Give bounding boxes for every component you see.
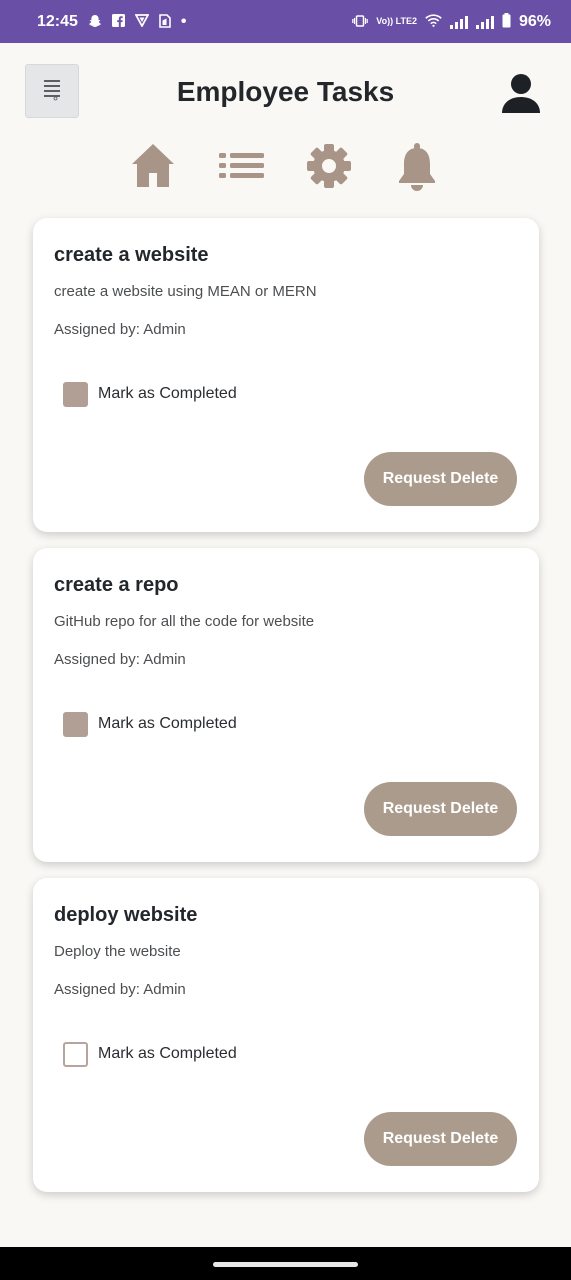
battery-level: 96% — [518, 12, 551, 30]
profile-icon[interactable] — [499, 71, 543, 115]
sim-card-icon — [159, 13, 171, 30]
task-assigned-by: Assigned by: Admin — [54, 321, 186, 338]
wifi-icon — [425, 14, 442, 29]
task-description: create a website using MEAN or MERN — [54, 283, 317, 300]
battery-icon — [502, 13, 511, 30]
request-delete-button[interactable]: Request Delete — [364, 1112, 517, 1166]
task-card: deploy website Deploy the website Assign… — [33, 878, 539, 1192]
signal-strength-icon — [449, 15, 468, 29]
task-description: Deploy the website — [54, 943, 181, 960]
mark-completed-row[interactable]: Mark as Completed — [63, 711, 237, 737]
task-assigned-by: Assigned by: Admin — [54, 651, 186, 668]
task-card: create a website create a website using … — [33, 218, 539, 532]
task-title: deploy website — [54, 904, 198, 926]
completed-checkbox[interactable] — [63, 711, 88, 737]
checkbox-label: Mark as Completed — [98, 715, 237, 732]
volte-indicator: Vo)) LTE2 — [376, 16, 417, 26]
status-bar: 12:45 • Vo)) LTE2 96% — [0, 0, 571, 43]
notification-dot: • — [180, 12, 187, 30]
snapchat-icon — [88, 14, 102, 30]
completed-checkbox[interactable] — [63, 381, 88, 407]
task-title: create a repo — [54, 574, 179, 596]
mark-completed-row[interactable]: Mark as Completed — [63, 381, 237, 407]
task-card: create a repo GitHub repo for all the co… — [33, 548, 539, 862]
request-delete-button[interactable]: Request Delete — [364, 782, 517, 836]
home-gesture-bar[interactable] — [213, 1262, 358, 1267]
list-icon[interactable] — [217, 140, 267, 192]
checkbox-label: Mark as Completed — [98, 385, 237, 402]
completed-checkbox[interactable] — [63, 1041, 88, 1067]
checkbox-label: Mark as Completed — [98, 1045, 237, 1062]
home-icon[interactable] — [130, 140, 180, 192]
request-delete-button[interactable]: Request Delete — [364, 452, 517, 506]
mark-completed-row[interactable]: Mark as Completed — [63, 1041, 237, 1067]
task-description: GitHub repo for all the code for website — [54, 613, 315, 630]
system-nav-bar — [0, 1247, 571, 1280]
task-title: create a website — [54, 244, 209, 266]
facebook-icon — [111, 14, 125, 29]
page-title: Employee Tasks — [176, 76, 395, 107]
task-assigned-by: Assigned by: Admin — [54, 981, 186, 998]
nav-bar — [0, 140, 571, 198]
signal-strength-icon-2 — [475, 15, 494, 29]
vpn-icon — [134, 14, 150, 29]
bell-icon[interactable] — [394, 140, 444, 192]
settings-icon[interactable] — [305, 140, 355, 192]
vibrate-icon — [352, 14, 369, 29]
clock: 12:45 — [37, 12, 78, 30]
